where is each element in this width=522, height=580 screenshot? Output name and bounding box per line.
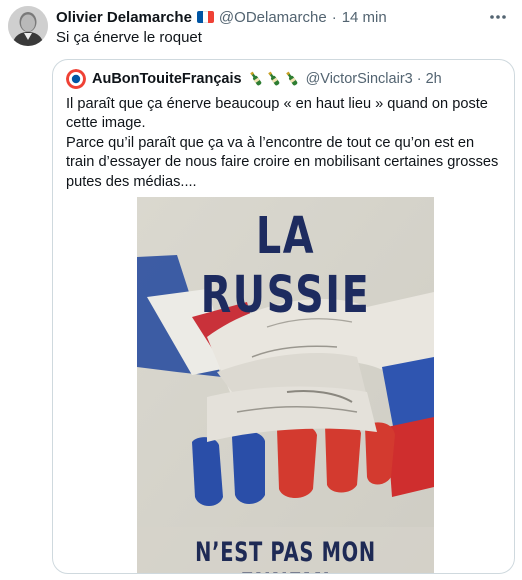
poster-subtitle: N’EST PAS MON ENNEMI xyxy=(195,537,376,573)
quoted-avatar[interactable] xyxy=(66,69,86,89)
avatar-photo xyxy=(8,6,48,46)
poster-title: LA RUSSIE xyxy=(200,207,371,325)
quoted-timestamp[interactable]: 2h xyxy=(426,71,442,87)
author-name[interactable]: Olivier Delamarche xyxy=(56,9,192,26)
more-horizontal-icon[interactable] xyxy=(488,10,508,24)
avatar[interactable] xyxy=(8,6,48,46)
quoted-tweet-image[interactable]: LA RUSSIE N’EST PAS MON ENNEMI xyxy=(137,197,434,573)
quoted-author-handle[interactable]: @VictorSinclair3 xyxy=(306,71,413,87)
quoted-tweet[interactable]: AuBonTouiteFrançais @VictorSinclair3 · 2… xyxy=(52,59,515,574)
author-handle[interactable]: @ODelamarche xyxy=(219,9,327,26)
timestamp[interactable]: 14 min xyxy=(342,9,387,26)
tweet[interactable]: Olivier Delamarche @ODelamarche · 14 min… xyxy=(0,0,522,580)
quoted-tweet-header: AuBonTouiteFrançais @VictorSinclair3 · 2… xyxy=(66,69,506,89)
france-flag-icon xyxy=(196,11,214,23)
quoted-paragraph: Parce qu’il paraît que ça va à l’encontr… xyxy=(66,134,499,190)
champagne-bottle-icon xyxy=(285,71,297,86)
tweet-text: Si ça énerve le roquet xyxy=(56,29,202,46)
quoted-paragraph: Il paraît que ça énerve beaucoup « en ha… xyxy=(66,96,488,132)
champagne-bottle-icons xyxy=(248,71,300,87)
champagne-bottle-icon xyxy=(267,71,279,86)
separator-dot: · xyxy=(331,8,337,26)
champagne-bottle-icon xyxy=(249,71,261,86)
french-rosette-icon xyxy=(66,69,86,89)
quoted-author-name[interactable]: AuBonTouiteFrançais xyxy=(92,71,242,87)
separator-dot: · xyxy=(416,71,422,87)
quoted-tweet-text: Il paraît que ça énerve beaucoup « en ha… xyxy=(66,95,506,192)
tweet-header: Olivier Delamarche @ODelamarche · 14 min xyxy=(56,7,482,27)
